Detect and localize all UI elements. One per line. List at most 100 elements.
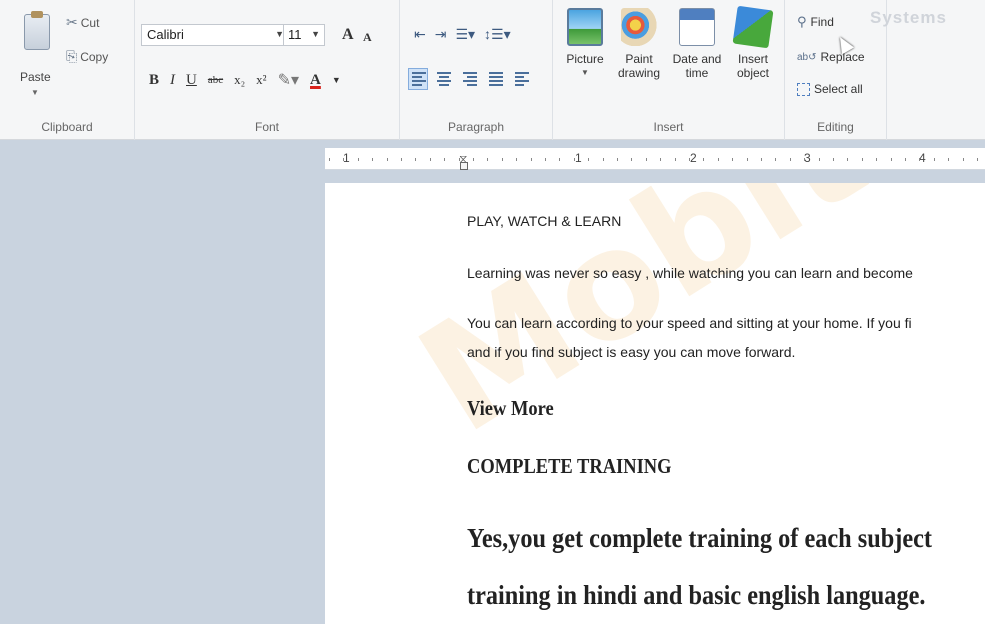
ruler-tick xyxy=(818,158,820,161)
paint-drawing-button[interactable]: Paint drawing xyxy=(611,8,667,80)
decrease-indent-icon[interactable]: ⇤ xyxy=(414,26,426,43)
doc-line: Learning was never so easy , while watch… xyxy=(467,265,913,281)
paragraph-settings-button[interactable] xyxy=(512,68,532,90)
ruler-tick xyxy=(645,158,647,161)
select-all-button[interactable]: Select all xyxy=(797,82,863,96)
paint-drawing-label: Paint drawing xyxy=(617,52,661,80)
scissors-icon: ✂ xyxy=(66,14,78,30)
ruler-tick xyxy=(444,158,446,161)
replace-button[interactable]: ab↺ Replace xyxy=(797,50,865,64)
ruler-tick xyxy=(919,158,921,161)
paste-button[interactable]: Paste ▼ xyxy=(20,8,54,104)
strikethrough-button[interactable]: abc xyxy=(208,74,223,86)
object-icon xyxy=(732,5,774,49)
subscript-button[interactable]: x₂ xyxy=(234,72,245,88)
ruler-tick xyxy=(545,158,546,161)
font-group-label: Font xyxy=(254,120,279,134)
font-size-select[interactable]: 11 ▼ xyxy=(283,24,325,46)
highlight-pen-icon[interactable]: ✎▾ xyxy=(278,70,299,90)
ruler[interactable]: 1 1 2 3 4 ⧖ xyxy=(325,148,985,170)
chevron-down-icon: ▼ xyxy=(311,29,320,39)
document-page[interactable]: Mobiteq PLAY, WATCH & LEARN Learning was… xyxy=(325,183,985,624)
ruler-tick xyxy=(689,158,690,161)
ruler-tick xyxy=(962,158,964,161)
doc-heading-view-more: View More xyxy=(467,396,554,420)
ruler-tick xyxy=(573,158,575,161)
font-family-value: Calibri xyxy=(147,27,184,42)
doc-line: You can learn according to your speed an… xyxy=(467,315,912,331)
copy-label: Copy xyxy=(80,49,109,64)
find-button[interactable]: ⚲ Find xyxy=(797,14,834,30)
ribbon: Paste ▼ ✂ Cut ⎘ Copy Clipboard Calibri ▼… xyxy=(0,0,985,140)
ruler-tick xyxy=(732,158,734,161)
ruler-tick xyxy=(559,158,561,161)
shrink-font-button[interactable]: A xyxy=(363,30,372,45)
insert-group: Picture ▼ Paint drawing Date and time In… xyxy=(553,0,785,140)
editing-group-label: Editing xyxy=(817,120,854,134)
ruler-tick xyxy=(948,158,950,161)
grow-font-button[interactable]: A xyxy=(342,26,354,44)
align-right-button[interactable] xyxy=(460,68,480,90)
ruler-tick xyxy=(847,158,849,161)
underline-button[interactable]: U xyxy=(186,72,197,89)
align-left-button[interactable] xyxy=(408,68,428,90)
ruler-tick xyxy=(789,158,791,161)
ruler-tick xyxy=(372,158,374,161)
ruler-number: 2 xyxy=(690,151,697,165)
text-color-button[interactable]: A xyxy=(310,72,321,89)
increase-indent-icon[interactable]: ⇥ xyxy=(435,26,447,43)
justify-button[interactable] xyxy=(486,68,506,90)
insert-object-button[interactable]: Insert object xyxy=(725,5,781,80)
bullet-list-icon[interactable]: ☰▾ xyxy=(455,26,475,43)
ruler-tick xyxy=(401,158,402,161)
copy-button[interactable]: ⎘ Copy xyxy=(66,48,108,65)
doc-line-large: training in hindi and basic english lang… xyxy=(467,580,926,610)
cut-button[interactable]: ✂ Cut xyxy=(66,14,99,31)
insert-picture-button[interactable]: Picture ▼ xyxy=(557,8,613,80)
insert-group-label: Insert xyxy=(653,120,684,134)
ruler-tick xyxy=(588,158,590,161)
ruler-tick xyxy=(660,158,662,161)
ruler-tick xyxy=(617,158,618,161)
ruler-tick xyxy=(429,158,431,161)
doc-line: and if you find subject is easy you can … xyxy=(467,344,796,360)
ruler-tick xyxy=(933,158,935,161)
ruler-tick xyxy=(861,158,863,161)
ruler-marks: 1 1 2 3 4 xyxy=(325,148,985,169)
select-all-icon xyxy=(797,82,810,96)
ruler-tick xyxy=(343,158,345,161)
doc-heading-complete-training: COMPLETE TRAINING xyxy=(467,454,672,478)
bold-button[interactable]: B xyxy=(149,72,159,89)
cut-label: Cut xyxy=(80,15,100,30)
left-indent-marker[interactable] xyxy=(460,162,468,170)
ruler-tick xyxy=(833,158,834,161)
clipboard-group: Paste ▼ ✂ Cut ⎘ Copy Clipboard xyxy=(0,0,135,140)
superscript-button[interactable]: x² xyxy=(256,72,266,88)
ruler-tick xyxy=(775,158,777,161)
replace-icon: ab↺ xyxy=(797,51,817,63)
insert-object-label: Insert object xyxy=(736,52,770,80)
clipboard-group-label: Clipboard xyxy=(41,120,93,134)
date-time-label: Date and time xyxy=(672,52,722,80)
ruler-tick xyxy=(487,158,489,161)
ruler-tick xyxy=(890,158,892,161)
chevron-down-icon: ▼ xyxy=(31,88,39,97)
ruler-tick xyxy=(415,158,417,161)
ruler-tick xyxy=(717,158,719,161)
copy-icon: ⎘ xyxy=(66,48,78,64)
ruler-tick xyxy=(703,158,705,161)
font-family-select[interactable]: Calibri ▼ xyxy=(141,24,289,46)
ruler-tick xyxy=(977,158,978,161)
ruler-tick xyxy=(746,158,748,161)
chevron-down-icon[interactable]: ▼ xyxy=(332,75,341,85)
font-size-value: 11 xyxy=(288,27,302,42)
ruler-tick xyxy=(905,158,906,161)
italic-button[interactable]: I xyxy=(170,72,175,89)
ruler-number: 1 xyxy=(575,151,582,165)
paragraph-row-1: ⇤ ⇥ ☰▾ ↕☰▾ xyxy=(414,26,511,43)
ruler-tick xyxy=(386,158,388,161)
line-spacing-icon[interactable]: ↕☰▾ xyxy=(484,26,511,43)
date-time-button[interactable]: Date and time xyxy=(669,8,725,80)
chevron-down-icon: ▼ xyxy=(581,68,589,77)
align-center-button[interactable] xyxy=(434,68,454,90)
